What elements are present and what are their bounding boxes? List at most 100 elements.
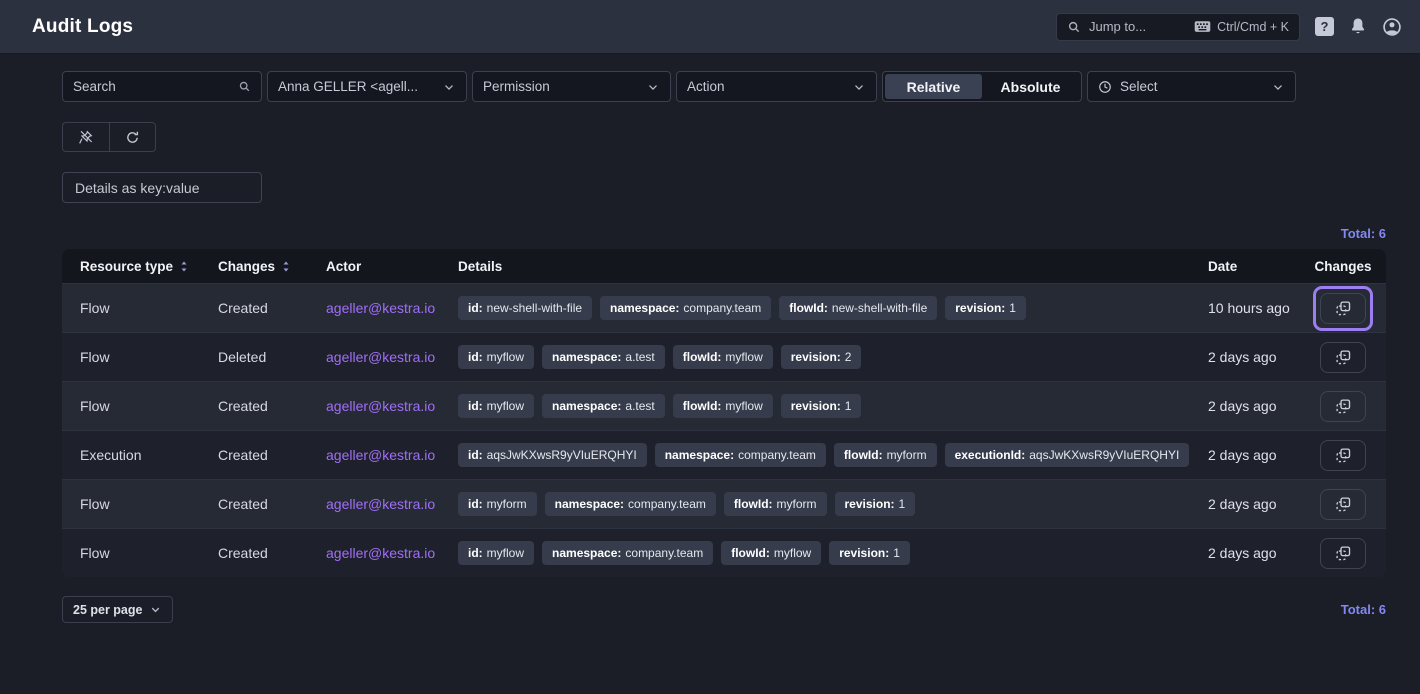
column-date: Date [1200,259,1300,274]
topbar-actions: Jump to... Ctrl/Cmd + K ? [1056,13,1402,41]
detail-chip: namespace:a.test [542,394,665,418]
column-resource-type[interactable]: Resource type [72,259,210,274]
topbar: Audit Logs Jump to... Ctrl/Cmd + K ? [0,0,1420,54]
date-range-dropdown[interactable]: Select [1087,71,1296,102]
actor-link[interactable]: ageller@kestra.io [318,398,450,414]
detail-chip: revision:1 [781,394,862,418]
table-body: Flow Created ageller@kestra.io id:new-sh… [62,283,1386,577]
resource-type-cell: Flow [72,300,210,316]
actor-link[interactable]: ageller@kestra.io [318,300,450,316]
change-type-cell: Created [210,398,318,414]
table-row[interactable]: Flow Created ageller@kestra.io id:myflow… [62,528,1386,577]
per-page-dropdown[interactable]: 25 per page [62,596,173,623]
detail-chip: revision:1 [829,541,910,565]
table-row[interactable]: Execution Created ageller@kestra.io id:a… [62,430,1386,479]
view-changes-button[interactable] [1320,538,1366,569]
per-page-value: 25 per page [73,603,142,617]
table-row[interactable]: Flow Created ageller@kestra.io id:new-sh… [62,283,1386,332]
total-count-bottom: Total: 6 [1341,602,1386,617]
date-range-label: Select [1120,79,1158,94]
detail-chip: flowId:myflow [673,345,773,369]
actor-link[interactable]: ageller@kestra.io [318,447,450,463]
table-row[interactable]: Flow Created ageller@kestra.io id:myflow… [62,381,1386,430]
total-count-top: Total: 6 [62,226,1386,241]
column-label: Changes [218,259,275,274]
column-label: Actor [326,259,361,274]
details-cell: id:myform namespace:company.team flowId:my… [450,492,1200,516]
permission-filter-dropdown[interactable]: Permission [472,71,671,102]
date-cell: 2 days ago [1200,349,1300,365]
details-keyvalue-input[interactable]: Details as key:value [62,172,262,203]
detail-chip: flowId:myflow [721,541,821,565]
detail-chip: id:aqsJwKXwsR9yVIuERQHYI [458,443,647,467]
column-changes[interactable]: Changes [210,259,318,274]
detail-chip: flowId:myform [724,492,827,516]
detail-chip: flowId:myform [834,443,937,467]
change-type-cell: Created [210,496,318,512]
resource-type-cell: Flow [72,545,210,561]
resource-type-cell: Execution [72,447,210,463]
search-icon [238,80,251,93]
shortcut-label: Ctrl/Cmd + K [1217,20,1289,34]
page-title: Audit Logs [32,16,133,38]
relative-toggle[interactable]: Relative [885,74,982,99]
view-changes-button[interactable] [1320,391,1366,422]
user-filter-value: Anna GELLER <agell... [278,79,418,94]
detail-chip: flowId:myflow [673,394,773,418]
change-type-cell: Created [210,545,318,561]
table-row[interactable]: Flow Created ageller@kestra.io id:myform… [62,479,1386,528]
time-mode-toggle: Relative Absolute [882,71,1082,102]
detail-chip: namespace:company.team [542,541,713,565]
permission-filter-label: Permission [483,79,550,94]
filter-bar: Search Anna GELLER <agell... Permission … [62,71,1386,102]
user-filter-dropdown[interactable]: Anna GELLER <agell... [267,71,467,102]
view-changes-button[interactable] [1320,489,1366,520]
view-changes-button[interactable] [1320,293,1366,324]
table-row[interactable]: Flow Deleted ageller@kestra.io id:myflow… [62,332,1386,381]
bell-icon [1349,17,1367,36]
details-cell: id:aqsJwKXwsR9yVIuERQHYInamespace:compan… [450,443,1200,467]
chevron-down-icon [646,80,660,94]
refresh-button[interactable] [109,122,156,152]
actor-link[interactable]: ageller@kestra.io [318,496,450,512]
pagination-bar: 25 per page Total: 6 [62,596,1386,623]
jump-to-search[interactable]: Jump to... Ctrl/Cmd + K [1056,13,1300,41]
detail-chip: revision:1 [945,296,1026,320]
actor-link[interactable]: ageller@kestra.io [318,545,450,561]
date-cell: 2 days ago [1200,496,1300,512]
chevron-down-icon [852,80,866,94]
column-label: Changes [1314,259,1371,274]
user-menu-button[interactable] [1382,17,1402,37]
sort-icon [178,260,190,273]
help-icon: ? [1315,17,1334,36]
column-actor: Actor [318,259,450,274]
details-cell: id:myflow namespace:a.test flowId:myflow re… [450,394,1200,418]
date-cell: 10 hours ago [1200,300,1300,316]
absolute-toggle[interactable]: Absolute [982,74,1079,99]
detail-chip: revision:1 [835,492,916,516]
detail-chip: revision:2 [781,345,862,369]
notifications-button[interactable] [1349,17,1367,36]
detail-chip: id:myform [458,492,537,516]
view-changes-button[interactable] [1320,440,1366,471]
detail-chip: namespace:company.team [545,492,716,516]
detail-chip: namespace:a.test [542,345,665,369]
search-input[interactable]: Search [62,71,262,102]
changes-button-highlight [1313,384,1373,429]
diff-changes-icon [1335,398,1352,415]
view-changes-button[interactable] [1320,342,1366,373]
date-cell: 2 days ago [1200,398,1300,414]
action-filter-dropdown[interactable]: Action [676,71,877,102]
detail-chip: id:myflow [458,541,534,565]
help-button[interactable]: ? [1315,17,1334,36]
shortcut-hint: Ctrl/Cmd + K [1194,20,1289,34]
search-placeholder: Search [73,79,116,94]
search-icon [1067,20,1081,34]
filter-toolbar [62,122,1386,152]
detail-chip: id:myflow [458,394,534,418]
changes-button-highlight [1313,335,1373,380]
actor-link[interactable]: ageller@kestra.io [318,349,450,365]
resource-type-cell: Flow [72,398,210,414]
clear-saved-filter-button[interactable] [62,122,109,152]
column-label: Details [458,259,502,274]
